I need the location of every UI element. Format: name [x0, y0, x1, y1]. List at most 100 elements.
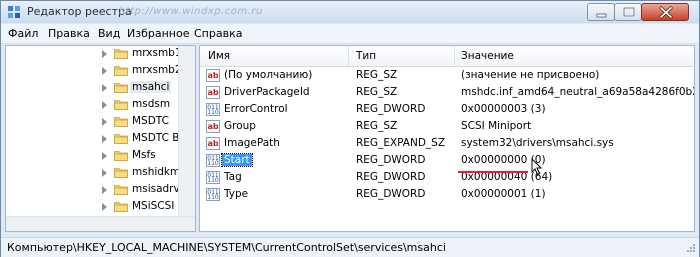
- tree-item[interactable]: MSDTC: [6, 113, 186, 130]
- expand-arrow-icon[interactable]: [102, 186, 107, 194]
- mouse-cursor-icon: [531, 158, 543, 176]
- expand-arrow-icon[interactable]: [102, 152, 107, 160]
- value-row[interactable]: ab ImagePath REG_EXPAND_SZ system32\drivers…: [200, 135, 694, 152]
- folder-icon: [114, 202, 128, 212]
- tree-item[interactable]: msahci: [6, 79, 186, 96]
- folder-icon: [114, 83, 128, 93]
- window-title: Редактор реестра: [27, 5, 132, 18]
- registry-tree-pane[interactable]: mrxsmb10 mrxsmb20 msahci msdsm MSDTC MSDTC Br…: [5, 45, 196, 232]
- watermark: http://www.windxp.com.ru: [119, 6, 263, 17]
- tree-item[interactable]: mrxsmb10: [6, 46, 188, 62]
- value-name: ErrorControl: [224, 103, 288, 115]
- menu-view[interactable]: Вид: [98, 27, 120, 40]
- string-value-icon: ab: [206, 86, 220, 99]
- value-row[interactable]: 011 110 ErrorControl REG_DWORD 0x00000003 (3…: [200, 101, 694, 118]
- value-name: Tag: [224, 171, 242, 183]
- column-divider[interactable]: [348, 46, 349, 66]
- menu-file[interactable]: Файл: [8, 27, 38, 40]
- expand-arrow-icon[interactable]: [102, 50, 107, 58]
- string-value-icon: ab: [206, 69, 220, 82]
- menu-bar: Файл Правка Вид Избранное Справка: [1, 24, 699, 44]
- expand-arrow-icon[interactable]: [102, 135, 107, 143]
- expand-arrow-icon[interactable]: [102, 67, 107, 75]
- close-button[interactable]: [641, 3, 689, 21]
- tree-item[interactable]: MSDTC Bri: [6, 130, 187, 147]
- registry-editor-icon: [8, 6, 20, 18]
- tree-horizontal-scrollbar[interactable]: [6, 216, 195, 231]
- binary-value-icon: 011 110: [206, 188, 220, 201]
- tree-item-label: MSiSCSI: [132, 200, 175, 212]
- expand-arrow-icon[interactable]: [102, 84, 107, 92]
- value-type: REG_SZ: [356, 69, 398, 81]
- tree-item[interactable]: MSiSCSI: [6, 198, 186, 215]
- value-name: Type: [224, 188, 249, 200]
- menu-edit[interactable]: Правка: [48, 27, 90, 40]
- value-row[interactable]: 011 110 Tag REG_DWORD 0x00000040 (64): [200, 169, 694, 186]
- column-header-value[interactable]: Значение: [461, 50, 514, 62]
- status-bar: Компьютер\HKEY_LOCAL_MACHINE\SYSTEM\Curr…: [1, 237, 699, 257]
- tree-item[interactable]: Msfs: [6, 147, 186, 164]
- value-name: (По умолчанию): [224, 69, 313, 81]
- maximize-icon: [622, 6, 636, 18]
- maximize-button[interactable]: [614, 3, 642, 21]
- value-type: REG_EXPAND_SZ: [356, 137, 446, 149]
- value-type: REG_DWORD: [356, 171, 426, 183]
- value-name: ImagePath: [224, 137, 280, 149]
- tree-item[interactable]: mshidkmd: [6, 164, 187, 181]
- value-name: Group: [224, 120, 256, 132]
- red-underline-annotation: [458, 171, 528, 173]
- menu-favorites[interactable]: Избранное: [127, 27, 189, 40]
- value-row[interactable]: 011 110 Start REG_DWORD 0x00000000 (0): [200, 152, 694, 169]
- folder-icon: [114, 151, 128, 161]
- column-header-type[interactable]: Тип: [356, 50, 376, 62]
- tree-item-label: Msfs: [132, 149, 156, 161]
- value-type: REG_DWORD: [356, 103, 426, 115]
- folder-icon: [114, 185, 128, 195]
- expand-arrow-icon[interactable]: [102, 169, 107, 177]
- binary-value-icon: 011 110: [206, 103, 220, 116]
- title-bar[interactable]: Редактор реестра http://www.windxp.com.r…: [1, 1, 699, 23]
- binary-value-icon: 011 110: [206, 171, 220, 184]
- menu-help[interactable]: Справка: [194, 27, 242, 40]
- string-value-icon: ab: [206, 120, 220, 133]
- string-value-icon: ab: [206, 137, 220, 150]
- expand-arrow-icon[interactable]: [102, 203, 107, 211]
- tree-vertical-scrollbar[interactable]: [178, 46, 195, 216]
- registry-values-pane[interactable]: Имя Тип Значение ab (По умолчанию) REG_SZ (…: [199, 45, 695, 232]
- column-divider[interactable]: [454, 46, 455, 66]
- folder-icon: [114, 168, 128, 178]
- value-data: system32\drivers\msahci.sys: [461, 137, 614, 149]
- tree-item-label: msahci: [130, 81, 172, 93]
- folder-icon: [114, 117, 128, 127]
- value-type: REG_SZ: [356, 86, 398, 98]
- value-row[interactable]: 011 110 Type REG_DWORD 0x00000001 (1): [200, 186, 694, 203]
- tree-item[interactable]: msdsm: [6, 96, 186, 113]
- registry-editor-window: Редактор реестра http://www.windxp.com.r…: [0, 0, 700, 257]
- value-name: Start: [221, 153, 253, 167]
- resize-grip-icon[interactable]: [684, 243, 696, 255]
- value-row[interactable]: ab DriverPackageId REG_SZ mshdc.inf_amd64_n…: [200, 84, 694, 101]
- expand-arrow-icon[interactable]: [102, 118, 107, 126]
- tree-item-label: msdsm: [132, 98, 171, 110]
- tree-item[interactable]: msisadrv: [6, 181, 186, 198]
- value-row[interactable]: ab Group REG_SZ SCSI Miniport: [200, 118, 694, 135]
- tree-item-label: msisadrv: [132, 183, 180, 195]
- value-name: DriverPackageId: [224, 86, 310, 98]
- folder-icon: [114, 66, 128, 76]
- folder-icon: [114, 49, 128, 59]
- folder-icon: [114, 134, 128, 144]
- expand-arrow-icon[interactable]: [102, 101, 107, 109]
- value-type: REG_DWORD: [356, 188, 426, 200]
- value-data: mshdc.inf_amd64_neutral_a69a58a4286f0b22: [461, 86, 695, 98]
- tree-item[interactable]: mrxsmb20: [6, 62, 188, 79]
- value-data: 0x00000001 (1): [461, 188, 546, 200]
- binary-value-icon: 011 110: [206, 154, 220, 167]
- column-header-name[interactable]: Имя: [208, 50, 230, 62]
- value-type: REG_SZ: [356, 120, 398, 132]
- minimize-button[interactable]: [587, 3, 615, 21]
- value-data: (значение не присвоено): [461, 69, 600, 81]
- tree-item-label: MSDTC: [132, 115, 169, 127]
- current-key-path: Компьютер\HKEY_LOCAL_MACHINE\SYSTEM\Curr…: [7, 241, 446, 254]
- value-row[interactable]: ab (По умолчанию) REG_SZ (значение не присв…: [200, 67, 694, 84]
- value-type: REG_DWORD: [356, 154, 426, 166]
